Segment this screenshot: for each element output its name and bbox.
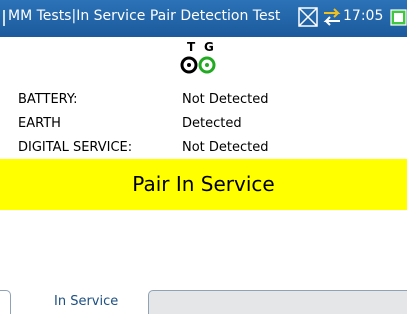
tab-previous[interactable] — [0, 290, 11, 314]
earth-value: Detected — [182, 116, 242, 131]
tip-lead-label: T — [187, 40, 196, 54]
window-title: MM Tests|In Service Pair Detection Test — [8, 8, 281, 24]
earth-label: EARTH — [18, 116, 61, 131]
screen-capture-icon[interactable] — [298, 7, 318, 27]
tip-lead-icon — [180, 56, 198, 74]
clock-time: 17:05 — [343, 8, 384, 24]
tab-next[interactable] — [148, 290, 407, 314]
battery-label: BATTERY: — [18, 92, 78, 107]
digital-service-value: Not Detected — [182, 140, 269, 155]
connection-arrows-icon[interactable] — [322, 7, 342, 27]
result-banner: Pair In Service — [0, 159, 407, 210]
title-edge-divider — [3, 10, 5, 26]
digital-service-label: DIGITAL SERVICE: — [18, 140, 133, 155]
battery-value: Not Detected — [182, 92, 269, 107]
tab-in-service[interactable]: In Service — [54, 294, 118, 309]
result-banner-text: Pair In Service — [132, 172, 275, 196]
ring-lead-label: G — [204, 40, 214, 54]
battery-icon — [390, 9, 407, 26]
title-bar: MM Tests|In Service Pair Detection Test … — [0, 0, 407, 37]
ring-lead-icon — [198, 56, 216, 74]
